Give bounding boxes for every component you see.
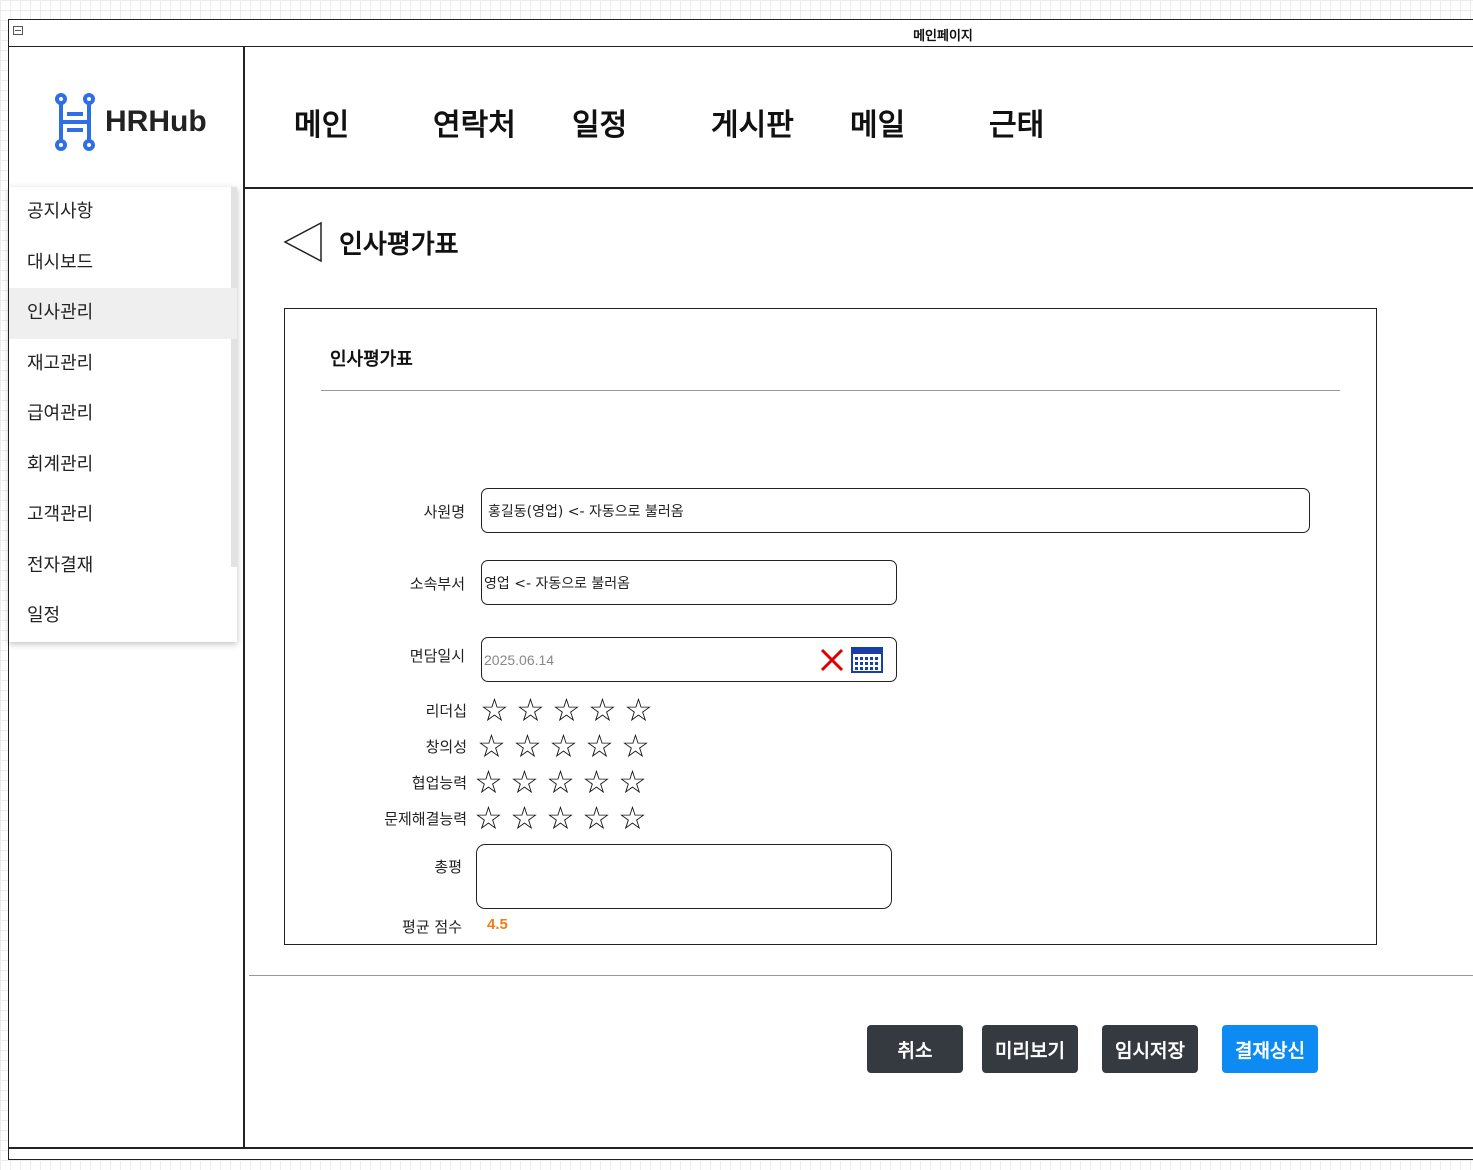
card-title: 인사평가표	[330, 349, 413, 370]
average-score: 4.5	[487, 916, 508, 933]
sidebar-item-payroll[interactable]: 급여관리	[9, 389, 237, 440]
submit-approval-button[interactable]: 결재상신	[1222, 1025, 1318, 1073]
card-divider	[321, 390, 1340, 391]
nav-mail[interactable]: 메일	[850, 100, 989, 144]
star-icon[interactable]: ☆	[621, 730, 650, 762]
employee-label: 사원명	[423, 503, 465, 521]
star-icon[interactable]: ☆	[618, 802, 647, 834]
title-bar: 메인페이지	[9, 20, 1473, 47]
star-icon[interactable]: ☆	[510, 766, 539, 798]
employee-value: 홍길동(영업) <- 자동으로 불러옴	[488, 503, 684, 520]
sidebar-item-inventory[interactable]: 재고관리	[9, 339, 237, 390]
calendar-icon[interactable]	[851, 647, 883, 673]
back-arrow-icon[interactable]	[283, 221, 323, 263]
rating-label-creativity: 창의성	[425, 738, 467, 756]
star-icon[interactable]: ☆	[546, 802, 575, 834]
sidebar-item-dashboard[interactable]: 대시보드	[9, 238, 237, 289]
nav-schedule[interactable]: 일정	[572, 100, 711, 144]
clear-icon[interactable]	[820, 648, 844, 672]
sidebar-item-schedule[interactable]: 일정	[9, 591, 237, 642]
interview-date-value: 2025.06.14	[484, 651, 555, 668]
interview-date-field[interactable]: 2025.06.14	[481, 637, 897, 682]
rating-stars-leadership[interactable]: ☆ ☆ ☆ ☆ ☆	[480, 694, 653, 726]
star-icon[interactable]: ☆	[549, 730, 578, 762]
star-icon[interactable]: ☆	[624, 694, 653, 726]
department-field[interactable]: 영업 <- 자동으로 불러옴	[481, 560, 897, 605]
review-label: 총평	[434, 858, 462, 876]
sidebar-item-accounting[interactable]: 회계관리	[9, 440, 237, 491]
rating-stars-problem-solving[interactable]: ☆ ☆ ☆ ☆ ☆	[474, 802, 647, 834]
department-value: 영업 <- 자동으로 불러옴	[484, 575, 631, 592]
rating-label-collaboration: 협업능력	[411, 774, 467, 792]
hrhub-logo-icon	[55, 93, 95, 151]
rating-stars-creativity[interactable]: ☆ ☆ ☆ ☆ ☆	[477, 730, 650, 762]
star-icon[interactable]: ☆	[477, 730, 506, 762]
rating-label-problem-solving: 문제해결능력	[384, 810, 467, 828]
top-navigation: 메인 연락처 일정 게시판 메일 근태	[294, 100, 1128, 144]
sidebar-item-hr[interactable]: 인사관리	[9, 288, 237, 339]
star-icon[interactable]: ☆	[474, 802, 503, 834]
nav-main[interactable]: 메인	[294, 100, 433, 144]
app-window: 메인페이지 HRHub 메인 연락처 일정 게시판 메일 근태 공지사항 대시보…	[8, 19, 1473, 1160]
star-icon[interactable]: ☆	[480, 694, 509, 726]
preview-button[interactable]: 미리보기	[982, 1025, 1078, 1073]
cancel-button[interactable]: 취소	[867, 1025, 963, 1073]
star-icon[interactable]: ☆	[588, 694, 617, 726]
evaluation-card: 인사평가표 사원명 홍길동(영업) <- 자동으로 불러옴 소속부서 영업 <-…	[284, 308, 1377, 945]
average-label: 평균 점수	[402, 918, 462, 936]
sidebar-item-approval[interactable]: 전자결재	[9, 541, 237, 592]
star-icon[interactable]: ☆	[582, 766, 611, 798]
star-icon[interactable]: ☆	[582, 802, 611, 834]
nav-contacts[interactable]: 연락처	[433, 100, 572, 144]
star-icon[interactable]: ☆	[474, 766, 503, 798]
star-icon[interactable]: ☆	[510, 802, 539, 834]
footer-divider	[249, 975, 1473, 976]
page-title: 인사평가표	[339, 229, 459, 260]
logo-text: HRHub	[105, 105, 207, 138]
sidebar-item-notice[interactable]: 공지사항	[9, 187, 237, 238]
rating-stars-collaboration[interactable]: ☆ ☆ ☆ ☆ ☆	[474, 766, 647, 798]
department-label: 소속부서	[409, 575, 465, 593]
side-menu: 공지사항 대시보드 인사관리 재고관리 급여관리 회계관리 고객관리 전자결재 …	[9, 187, 237, 642]
save-draft-button[interactable]: 임시저장	[1102, 1025, 1198, 1073]
window-title: 메인페이지	[913, 29, 973, 44]
star-icon[interactable]: ☆	[513, 730, 542, 762]
sidebar-item-customers[interactable]: 고객관리	[9, 490, 237, 541]
review-textarea[interactable]	[476, 844, 892, 909]
star-icon[interactable]: ☆	[585, 730, 614, 762]
rating-label-leadership: 리더십	[425, 702, 467, 720]
star-icon[interactable]: ☆	[516, 694, 545, 726]
sidebar-divider	[243, 47, 245, 1148]
nav-attendance[interactable]: 근태	[989, 100, 1128, 144]
star-icon[interactable]: ☆	[546, 766, 575, 798]
interview-label: 면담일시	[409, 647, 465, 665]
logo[interactable]: HRHub	[51, 92, 207, 152]
nav-board[interactable]: 게시판	[711, 100, 850, 144]
page-header: 인사평가표	[283, 221, 459, 263]
star-icon[interactable]: ☆	[618, 766, 647, 798]
star-icon[interactable]: ☆	[552, 694, 581, 726]
window-bottom-border	[9, 1147, 1473, 1149]
topnav-divider	[243, 187, 1473, 189]
employee-field[interactable]: 홍길동(영업) <- 자동으로 불러옴	[481, 488, 1310, 533]
